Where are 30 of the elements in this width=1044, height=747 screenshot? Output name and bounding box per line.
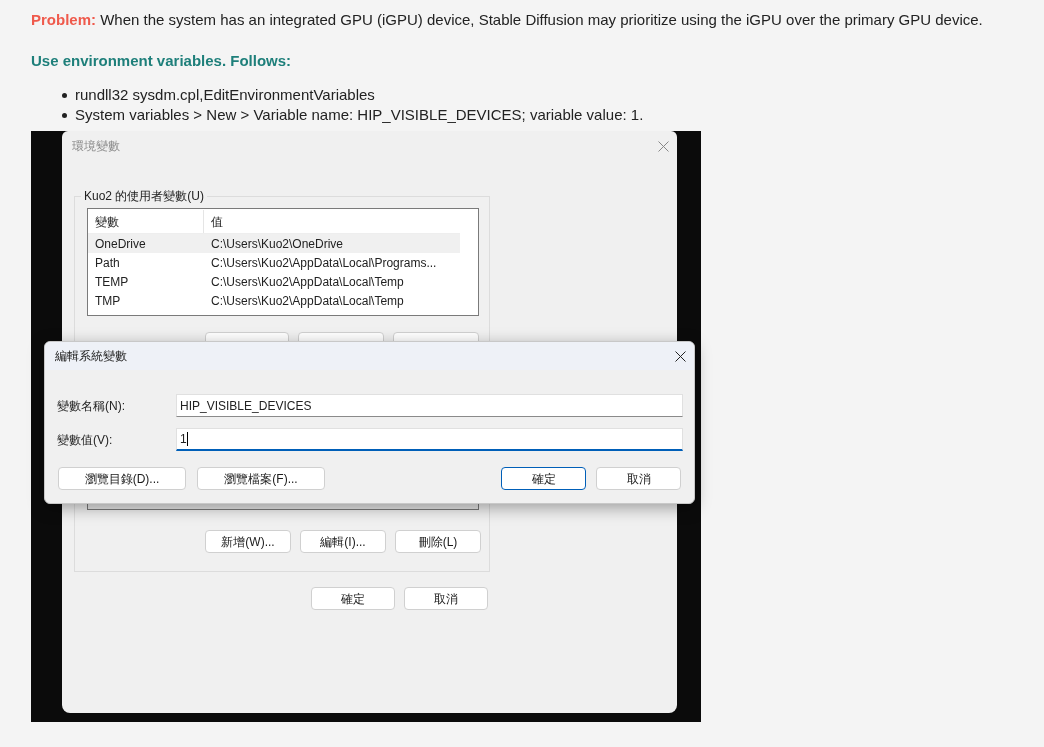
list-row[interactable]: Path C:\Users\Kuo2\AppData\Local\Programs...	[88, 253, 460, 272]
dialog-button[interactable]: 確定	[311, 587, 395, 610]
dialog-button[interactable]: 確定	[501, 467, 586, 490]
input-field[interactable]: HIP_VISIBLE_DEVICES	[176, 394, 683, 417]
variable-button[interactable]: 編輯(I)...	[300, 530, 386, 553]
section-heading: Use environment variables. Follows:	[31, 51, 293, 71]
problem-text: Problem: When the system has an integrated GPU (iGPU) device, Stable Diffusion may prioritize using the iGPU over the primary GPU device.	[31, 10, 984, 30]
list-row[interactable]: OneDrive C:\Users\Kuo2\OneDrive	[88, 234, 460, 253]
window-title: 環境變數	[72, 138, 120, 155]
column-header[interactable]: 值	[204, 210, 460, 233]
list-row[interactable]: TEMP C:\Users\Kuo2\AppData\Local\Temp	[88, 272, 460, 291]
group-label: Kuo2 的使用者變數(U)	[81, 188, 208, 204]
input-field[interactable]: 1	[176, 428, 683, 451]
dialog-button[interactable]: 取消	[596, 467, 681, 490]
browse-button[interactable]: 瀏覽檔案(F)...	[197, 467, 325, 490]
bullet-icon	[62, 112, 67, 118]
variable-button[interactable]: 新增(W)...	[205, 530, 291, 553]
field-label: 變數值(V):	[57, 431, 114, 449]
text-cursor	[186, 432, 188, 446]
browse-button[interactable]: 瀏覽目錄(D)...	[58, 467, 186, 490]
dialog-button[interactable]: 取消	[404, 587, 488, 610]
step-text: System variables > New > Variable name: HIP_VISIBLE_DEVICES; variable value: 1.	[75, 105, 644, 125]
bullet-icon	[62, 92, 67, 98]
variable-button[interactable]: 刪除(L)	[395, 530, 481, 553]
column-header[interactable]: 變數	[88, 210, 204, 233]
close-icon[interactable]	[675, 350, 686, 362]
step-text: rundll32 sysdm.cpl,EditEnvironmentVariables	[75, 85, 375, 105]
dialog-title: 編輯系統變數	[55, 348, 127, 365]
list-row[interactable]: TMP C:\Users\Kuo2\AppData\Local\Temp	[88, 291, 460, 310]
field-label: 變數名稱(N):	[57, 397, 126, 415]
